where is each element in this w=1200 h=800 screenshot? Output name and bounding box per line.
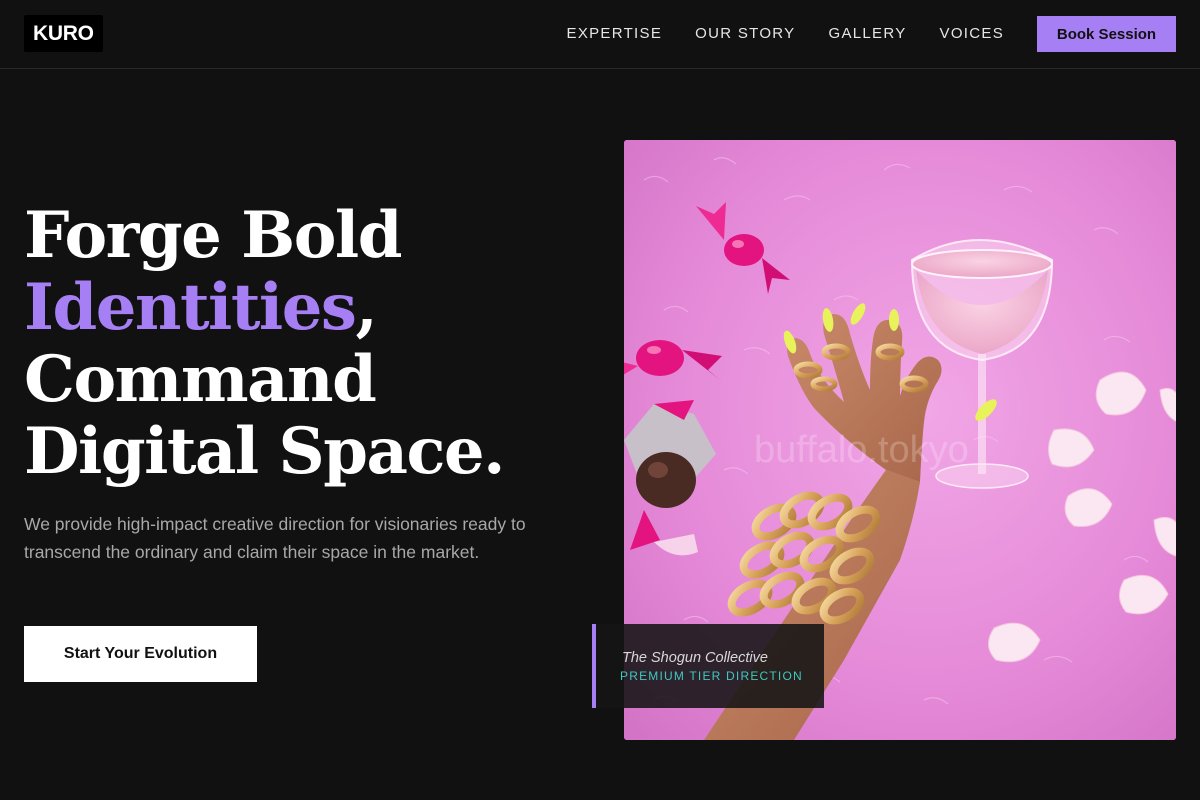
hero-description: We provide high-impact creative directio… xyxy=(24,514,526,562)
caption-title: The Shogun Collective xyxy=(622,650,768,666)
nav-link-gallery[interactable]: GALLERY xyxy=(828,25,906,42)
headline-line-4: Digital Space. xyxy=(24,414,505,489)
nav-link-voices[interactable]: VOICES xyxy=(940,25,1004,42)
main-nav: EXPERTISE OUR STORY GALLERY VOICES xyxy=(567,0,1004,67)
headline-accent-word: Identities xyxy=(24,270,357,345)
headline-comma: , xyxy=(355,270,377,345)
headline-line-2: Identities, xyxy=(24,272,504,344)
start-evolution-button[interactable]: Start Your Evolution xyxy=(24,626,257,682)
kuro-logo[interactable]: KURO xyxy=(24,15,103,52)
headline-line-3: Command xyxy=(24,342,377,417)
site-header: KURO EXPERTISE OUR STORY GALLERY VOICES … xyxy=(0,0,1200,69)
caption-subtitle: PREMIUM TIER DIRECTION xyxy=(620,669,803,683)
hero-headline: Forge Bold Identities, Command Digital S… xyxy=(24,198,505,489)
nav-link-expertise[interactable]: EXPERTISE xyxy=(567,25,663,42)
image-caption-card: The Shogun Collective PREMIUM TIER DIREC… xyxy=(592,624,824,708)
nav-link-our-story[interactable]: OUR STORY xyxy=(695,25,795,42)
book-session-button[interactable]: Book Session xyxy=(1037,16,1176,52)
headline-line-1: Forge Bold xyxy=(24,198,402,273)
image-watermark: buffalo.tokyo xyxy=(754,429,969,471)
